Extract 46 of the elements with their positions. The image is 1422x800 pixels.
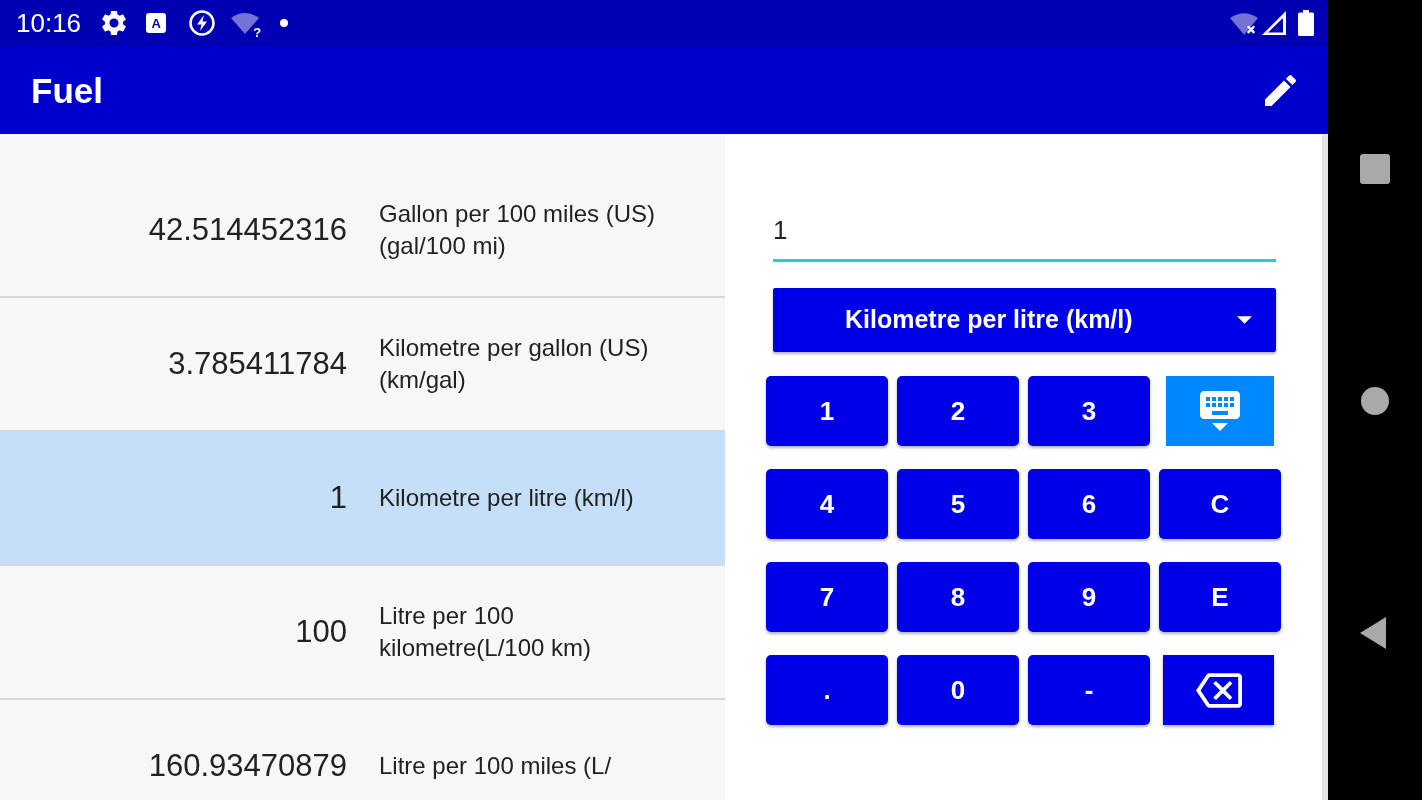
keypad-key[interactable]: E [1159,562,1281,632]
keypad-key[interactable]: 0 [897,655,1019,725]
unit-name: Litre per 100 kilometre(L/100 km) [379,601,593,663]
keypad-key[interactable]: 2 [897,376,1019,446]
keypad-key[interactable]: 7 [766,562,888,632]
converted-value: 100 [294,612,347,651]
keypad-key[interactable]: 6 [1028,469,1150,539]
battery-icon [1298,10,1314,36]
clock-time: 10:16 [16,10,82,36]
converted-value: 3.785411784 [167,344,347,383]
unit-name: Kilometre per litre (km/l) [379,483,635,513]
back-icon[interactable] [1360,617,1386,649]
keypad-key[interactable]: 5 [897,469,1019,539]
wifi-off-icon [1230,11,1258,35]
home-button[interactable] [1361,387,1389,415]
keypad-key[interactable]: . [766,655,888,725]
unit-name: Kilometre per gallon (US) (km/gal) [379,333,650,395]
lightning-circle-icon [189,10,216,36]
settings-icon [102,11,127,35]
app-title: Fuel [31,72,103,108]
backspace-button[interactable] [1163,655,1274,725]
unit-dropdown[interactable]: Kilometre per litre (km/l) [773,288,1276,352]
keyboard-hide-icon [1200,391,1240,431]
keypad-key[interactable]: 9 [1028,562,1150,632]
unit-name: Gallon per 100 miles (US) (gal/100 mi) [379,199,657,261]
converted-value: 160.93470879 [147,746,347,785]
keypad-key[interactable]: 4 [766,469,888,539]
converted-value: 42.514452316 [147,210,347,249]
converted-value: 1 [328,478,347,517]
keypad-key[interactable]: C [1159,469,1281,539]
edit-button[interactable] [1264,74,1296,106]
keypad-key[interactable]: - [1028,655,1150,725]
backspace-icon [1195,672,1242,708]
hide-keyboard-button[interactable] [1166,376,1274,446]
result-row[interactable]: 1 Kilometre per litre (km/l) [0,432,725,566]
keypad-key[interactable]: 8 [897,562,1019,632]
letter-tile: A [146,13,167,33]
question-mark: ? [253,26,262,39]
notification-dot-icon [280,19,289,27]
cellular-signal-icon [1262,11,1286,35]
keypad-key[interactable]: 3 [1028,376,1150,446]
keypad-key[interactable]: 1 [766,376,888,446]
caret-down-icon [1237,316,1252,324]
value-input[interactable]: 1 [773,204,1276,262]
unit-name: Litre per 100 miles (L/ [379,751,613,781]
pencil-icon [1264,74,1296,106]
